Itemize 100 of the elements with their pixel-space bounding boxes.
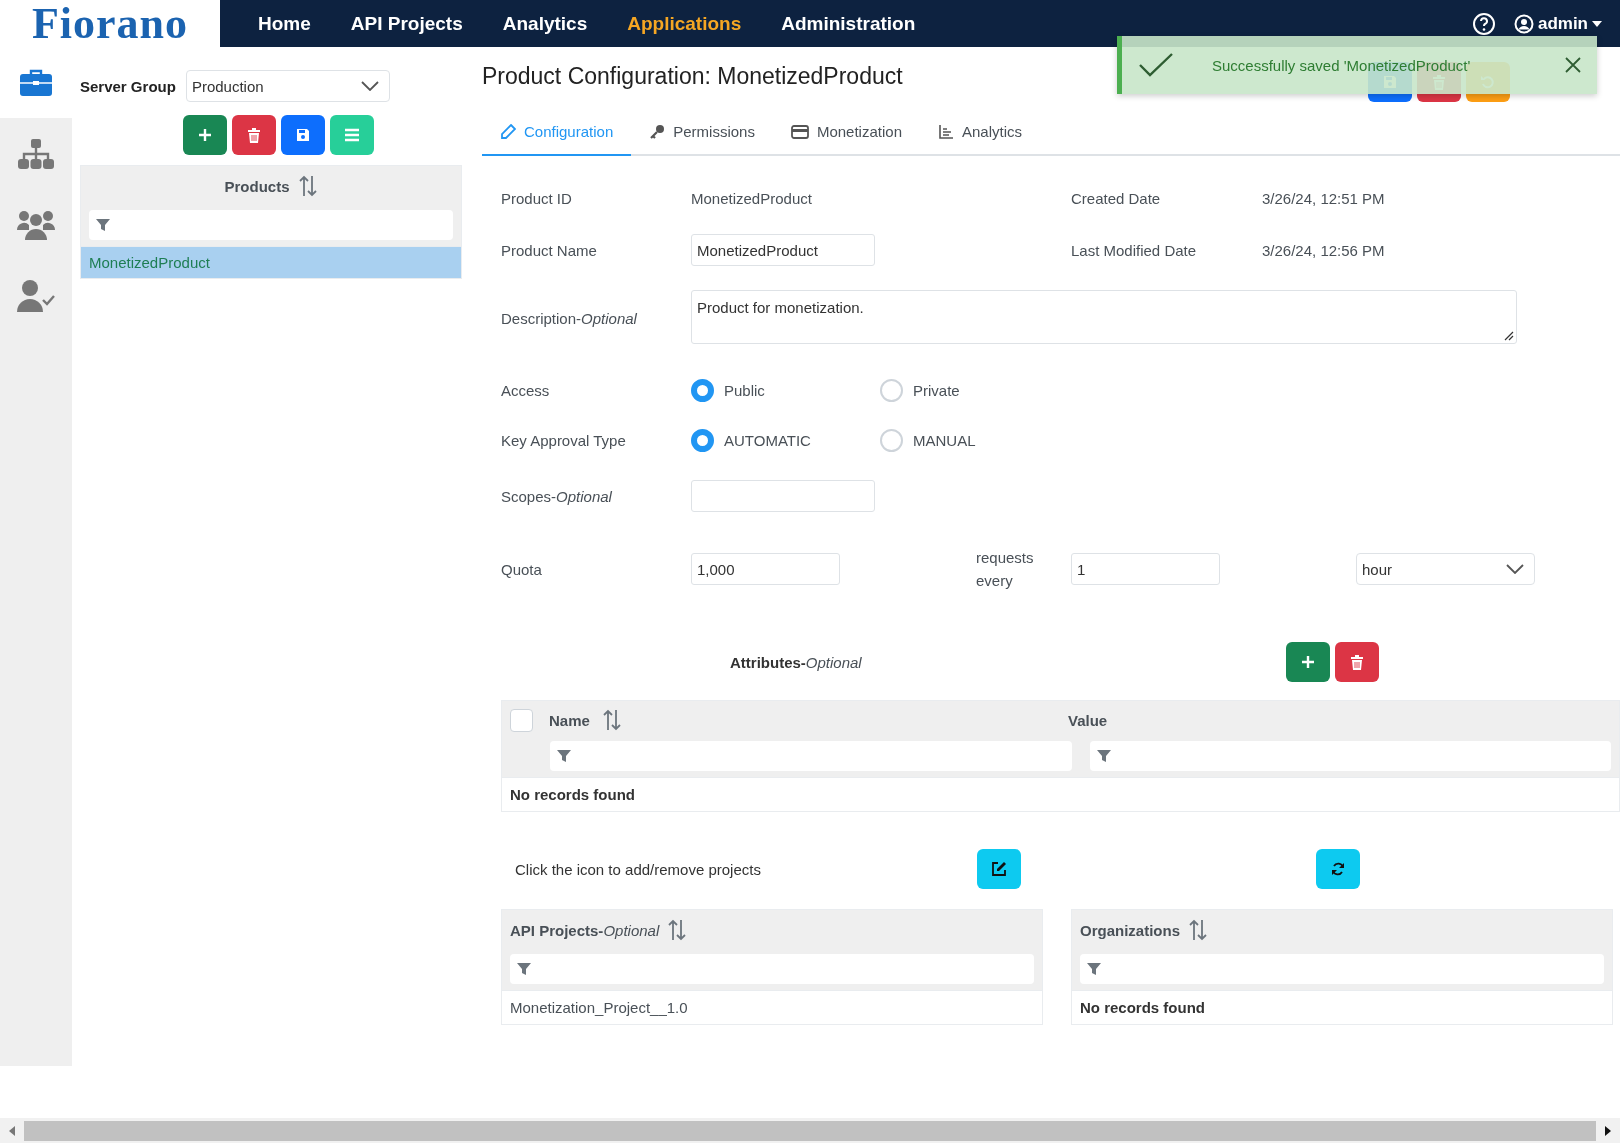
interval-field[interactable]: 1 [1071, 553, 1220, 585]
users-icon [17, 209, 55, 240]
instruction-text: Click the icon to add/remove projects [514, 860, 762, 878]
tab[interactable]: Permissions [631, 109, 773, 156]
scroll-right-icon [1605, 1125, 1611, 1136]
edit-button[interactable] [977, 849, 1021, 889]
card-icon [790, 124, 809, 139]
radio-button[interactable] [880, 428, 903, 452]
field-label: Server Group [80, 77, 176, 95]
refresh-icon [1330, 861, 1346, 877]
radio-option[interactable]: AUTOMATIC [691, 428, 880, 452]
field-label: Quota [501, 560, 543, 578]
save-button[interactable] [280, 115, 325, 155]
radio-option[interactable]: Public [691, 378, 880, 402]
nav-link[interactable]: Applications [609, 12, 760, 35]
menu-icon [343, 128, 360, 142]
description-field[interactable]: Product for monetization. [691, 290, 1517, 344]
plus-icon [196, 127, 213, 143]
scopes-field[interactable] [691, 480, 875, 512]
field-value: MonetizedProduct [691, 189, 813, 207]
radio-option[interactable]: MANUAL [880, 428, 1069, 452]
user-check-icon [17, 279, 55, 312]
user-menu[interactable]: admin [1513, 13, 1602, 34]
user-circle-icon [1513, 13, 1534, 34]
caret-icon [1592, 20, 1602, 27]
column-header: API Projects-Optional [510, 921, 660, 939]
chevron-down-icon [1506, 564, 1524, 574]
nav-link[interactable]: API Projects [332, 12, 481, 35]
sitemap-icon [18, 138, 54, 169]
add-button[interactable] [1286, 642, 1330, 682]
tab[interactable]: Analytics [920, 109, 1040, 156]
column-header: Organizations [1080, 921, 1180, 939]
filter-icon [516, 961, 532, 977]
field-label: Last Modified Date [1071, 241, 1198, 259]
radio-option[interactable]: Private [880, 378, 1069, 402]
field-label: Product ID [501, 189, 573, 207]
briefcase-icon [20, 68, 52, 97]
pencil-icon [500, 123, 516, 140]
sort-icon [1188, 919, 1208, 941]
filter-field[interactable] [89, 210, 453, 240]
nav-link[interactable]: Administration [763, 12, 934, 35]
quota-field[interactable]: 1,000 [691, 553, 840, 585]
scroll-left-icon [9, 1125, 15, 1136]
filter-icon [1095, 748, 1112, 764]
radio-button[interactable] [691, 428, 714, 452]
select-all-checkbox[interactable] [510, 708, 533, 732]
field-value: 3/26/24, 12:51 PM [1262, 189, 1385, 207]
field-value: 3/26/24, 12:56 PM [1262, 241, 1385, 259]
filter-icon [1086, 961, 1102, 977]
key-icon [649, 123, 666, 140]
field-label: Description-Optional [501, 309, 638, 327]
horizontal-scrollbar[interactable] [0, 1118, 1620, 1143]
close-button[interactable] [1565, 57, 1581, 73]
field-label: Key Approval Type [501, 431, 627, 449]
plus-icon [1300, 654, 1316, 670]
column-header: Name [549, 711, 590, 729]
delete-button[interactable] [231, 115, 276, 155]
delete-button[interactable] [1335, 642, 1379, 682]
filter-field[interactable] [1080, 954, 1604, 984]
radio-button[interactable] [880, 378, 903, 402]
table-cell: Monetization_Project__1.0 [502, 990, 1042, 1024]
section-label: Attributes-Optional [730, 653, 863, 671]
filter-field[interactable] [510, 954, 1034, 984]
radio-button[interactable] [691, 378, 714, 402]
field-label: requests every [976, 548, 1035, 591]
field-label: Scopes-Optional [501, 487, 613, 505]
sort-icon [601, 709, 622, 731]
empty-message: No records found [1080, 999, 1205, 1016]
column-header: Products [224, 177, 290, 195]
refresh-button[interactable] [1316, 849, 1360, 889]
close-icon [1565, 57, 1581, 73]
chart-icon [938, 123, 954, 140]
logo: Fiorano [0, 0, 220, 47]
chevron-down-icon [360, 81, 379, 91]
server-group-dropdown[interactable]: Production [185, 70, 390, 102]
resize-handle-icon [1504, 331, 1514, 341]
field-label: Access [501, 381, 551, 399]
add-button[interactable] [182, 115, 227, 155]
check-icon [1138, 52, 1174, 78]
edit-icon [991, 861, 1007, 877]
field-label: Created Date [1071, 189, 1162, 207]
column-header: Value [1068, 711, 1108, 729]
tab[interactable]: Monetization [772, 109, 920, 156]
list-button[interactable] [329, 115, 374, 155]
empty-message: No records found [510, 786, 635, 803]
sort-icon [297, 175, 318, 197]
sidebar-item[interactable] [0, 118, 72, 189]
filter-field[interactable] [550, 741, 1072, 771]
trash-icon [246, 127, 261, 143]
nav-link[interactable]: Home [240, 12, 329, 35]
unit-dropdown[interactable]: hour [1356, 553, 1535, 585]
nav-link[interactable]: Analytics [484, 12, 606, 35]
product-name-field[interactable]: MonetizedProduct [691, 234, 875, 266]
filter-field[interactable] [1089, 741, 1611, 771]
filter-icon [95, 217, 111, 233]
field-label: Product Name [501, 241, 598, 259]
filter-icon [556, 748, 572, 764]
sort-icon [667, 919, 688, 941]
toast-message: Successfully saved 'MonetizedProduct' [1212, 56, 1471, 74]
help-icon [1471, 11, 1496, 36]
